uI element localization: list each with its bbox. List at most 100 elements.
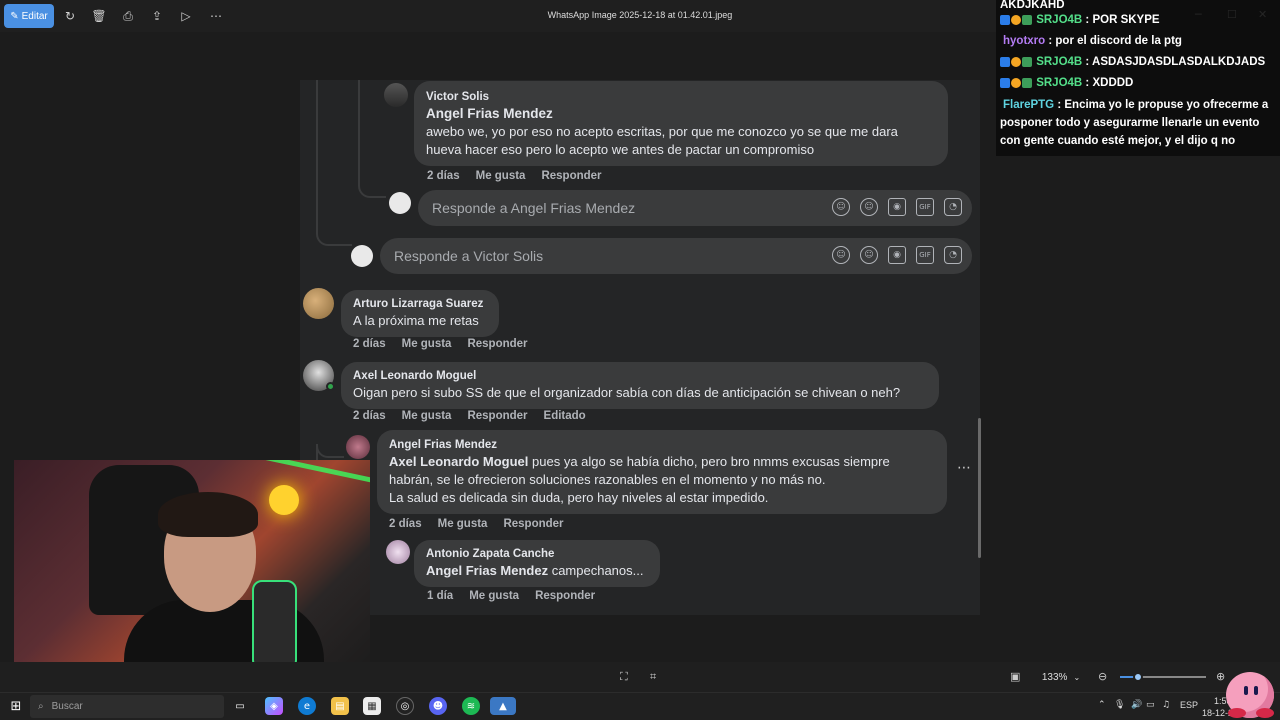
- reply-input-victor[interactable]: Responde a Victor Solis ☺ ☺ ◉ GIF ◔: [380, 238, 972, 274]
- reply-link[interactable]: Responder: [467, 338, 527, 350]
- comment-mention[interactable]: Angel Frias Mendez: [426, 106, 553, 121]
- zoom-slider-thumb[interactable]: [1133, 672, 1143, 682]
- chat-text: XDDDD: [1092, 77, 1134, 89]
- delete-icon[interactable]: 🗑: [91, 8, 107, 24]
- reply-placeholder: Responde a Angel Frias Mendez: [432, 200, 636, 216]
- comment-text: Oigan pero si subo SS de que el organiza…: [353, 385, 901, 400]
- chat-message: hyotxro : por el discord de la ptg: [1000, 31, 1276, 52]
- comment-time[interactable]: 2 días: [389, 518, 422, 530]
- zoom-out-icon[interactable]: ⊖: [1098, 670, 1107, 683]
- sub-badge-icon: [1011, 77, 1021, 88]
- print-icon[interactable]: ⎙: [120, 8, 136, 24]
- avatar-sticker-icon[interactable]: ☺: [832, 246, 850, 264]
- comment-time[interactable]: 2 días: [427, 170, 460, 182]
- speaker-icon[interactable]: ♫: [1162, 700, 1170, 710]
- like-link[interactable]: Me gusta: [402, 338, 452, 350]
- rotate-icon[interactable]: ↻: [62, 8, 78, 24]
- streamer-hair: [158, 492, 258, 537]
- edit-button[interactable]: ✎ Editar: [4, 4, 54, 28]
- spotify-icon[interactable]: ≋: [462, 697, 480, 715]
- chat-username[interactable]: hyotxro: [1000, 35, 1045, 47]
- avatar: [351, 245, 373, 267]
- share-icon[interactable]: ⇪: [149, 8, 165, 24]
- sticker-icon[interactable]: ◔: [944, 246, 962, 264]
- like-link[interactable]: Me gusta: [469, 590, 519, 602]
- crop-icon[interactable]: ⌗: [650, 670, 656, 684]
- camera-icon[interactable]: ◉: [888, 246, 906, 264]
- reply-link[interactable]: Responder: [503, 518, 563, 530]
- microphone: [252, 580, 297, 670]
- store-icon[interactable]: ▦: [363, 697, 381, 715]
- comment-author[interactable]: Axel Leonardo Moguel: [353, 369, 927, 384]
- chat-username[interactable]: SRJO4B: [1036, 77, 1082, 89]
- comment-time[interactable]: 1 día: [427, 590, 453, 602]
- emoji-icon[interactable]: ☺: [860, 198, 878, 216]
- chat-text: por el discord de la ptg: [1055, 35, 1182, 47]
- emoji-icon[interactable]: ☺: [860, 246, 878, 264]
- slideshow-icon[interactable]: ▷: [178, 8, 194, 24]
- chevron-down-icon: ⌄: [1073, 672, 1081, 682]
- kirby-eye: [1244, 686, 1248, 695]
- comment-text: awebo we, yo por eso no acepto escritas,…: [426, 124, 898, 157]
- avatar[interactable]: [386, 540, 410, 564]
- camera-icon[interactable]: ◉: [888, 198, 906, 216]
- comment-mention[interactable]: Axel Leonardo Moguel: [389, 454, 528, 469]
- mod-badge-icon: [1022, 14, 1032, 25]
- language-indicator[interactable]: ESP: [1180, 700, 1198, 710]
- network-icon[interactable]: ▭: [1146, 700, 1155, 710]
- comment-time[interactable]: 2 días: [353, 338, 386, 350]
- photos-icon[interactable]: ▲: [490, 697, 516, 715]
- task-view-icon[interactable]: ▭: [231, 697, 249, 715]
- image-scrollbar[interactable]: [978, 418, 981, 558]
- comment-text: campechanos...: [548, 563, 644, 578]
- thread-line: [358, 80, 386, 198]
- gif-icon[interactable]: GIF: [916, 198, 934, 216]
- comment-text: A la próxima me retas: [353, 313, 479, 328]
- file-explorer-icon[interactable]: ▤: [331, 697, 349, 715]
- comment-mention[interactable]: Angel Frias Mendez: [426, 563, 548, 578]
- obs-icon[interactable]: ◎: [396, 697, 414, 715]
- volume-icon[interactable]: 🔊: [1131, 700, 1142, 710]
- comment-time[interactable]: 2 días: [353, 410, 386, 422]
- reply-input-angel[interactable]: Responde a Angel Frias Mendez ☺ ☺ ◉ GIF …: [418, 190, 972, 226]
- sticker-icon[interactable]: ◔: [944, 198, 962, 216]
- avatar[interactable]: [303, 288, 334, 319]
- zoom-dropdown[interactable]: 133% ⌄: [1032, 666, 1090, 688]
- actual-size-icon[interactable]: ▣: [1010, 670, 1020, 683]
- more-options-icon[interactable]: ⋯: [957, 460, 971, 476]
- comment-thread-image: Victor Solis Angel Frias Mendez awebo we…: [300, 80, 980, 615]
- avatar[interactable]: [346, 435, 370, 459]
- more-options-icon[interactable]: ⋯: [208, 8, 224, 24]
- gif-icon[interactable]: GIF: [916, 246, 934, 264]
- taskbar-search[interactable]: ⌕ Buscar: [30, 695, 224, 718]
- chat-username[interactable]: SRJO4B: [1036, 14, 1082, 26]
- comment-bubble: Axel Leonardo Moguel Oigan pero si subo …: [341, 362, 939, 409]
- chat-message: FlarePTG : Encima yo le propuse yo ofrec…: [1000, 99, 1269, 147]
- copilot-icon[interactable]: ◈: [265, 697, 283, 715]
- comment-author[interactable]: Arturo Lizarraga Suarez: [353, 297, 487, 312]
- avatar[interactable]: [384, 83, 408, 107]
- chevron-up-icon[interactable]: ⌃: [1098, 700, 1106, 710]
- like-link[interactable]: Me gusta: [402, 410, 452, 422]
- zoom-in-icon[interactable]: ⊕: [1216, 670, 1225, 683]
- chat-message: SRJO4B : XDDDD: [1000, 73, 1276, 94]
- reply-link[interactable]: Responder: [535, 590, 595, 602]
- comment-author[interactable]: Victor Solis: [426, 90, 936, 105]
- chat-username[interactable]: SRJO4B: [1036, 56, 1082, 68]
- lamp: [269, 485, 299, 515]
- avatar-sticker-icon[interactable]: ☺: [832, 198, 850, 216]
- like-link[interactable]: Me gusta: [438, 518, 488, 530]
- reply-link[interactable]: Responder: [467, 410, 527, 422]
- comment-actions: 2 días Me gusta Responder: [389, 518, 564, 530]
- discord-icon[interactable]: ☻: [429, 697, 447, 715]
- chat-username[interactable]: FlarePTG: [1000, 99, 1054, 111]
- comment-author[interactable]: Angel Frias Mendez: [389, 438, 935, 453]
- search-placeholder: Buscar: [51, 701, 83, 712]
- like-link[interactable]: Me gusta: [476, 170, 526, 182]
- fit-screen-icon[interactable]: ⛶: [620, 670, 628, 684]
- edge-icon[interactable]: e: [298, 697, 316, 715]
- comment-author[interactable]: Antonio Zapata Canche: [426, 547, 648, 562]
- microphone-icon[interactable]: 🎙: [1114, 700, 1125, 710]
- reply-link[interactable]: Responder: [541, 170, 601, 182]
- windows-start-icon[interactable]: ⊞: [7, 697, 25, 715]
